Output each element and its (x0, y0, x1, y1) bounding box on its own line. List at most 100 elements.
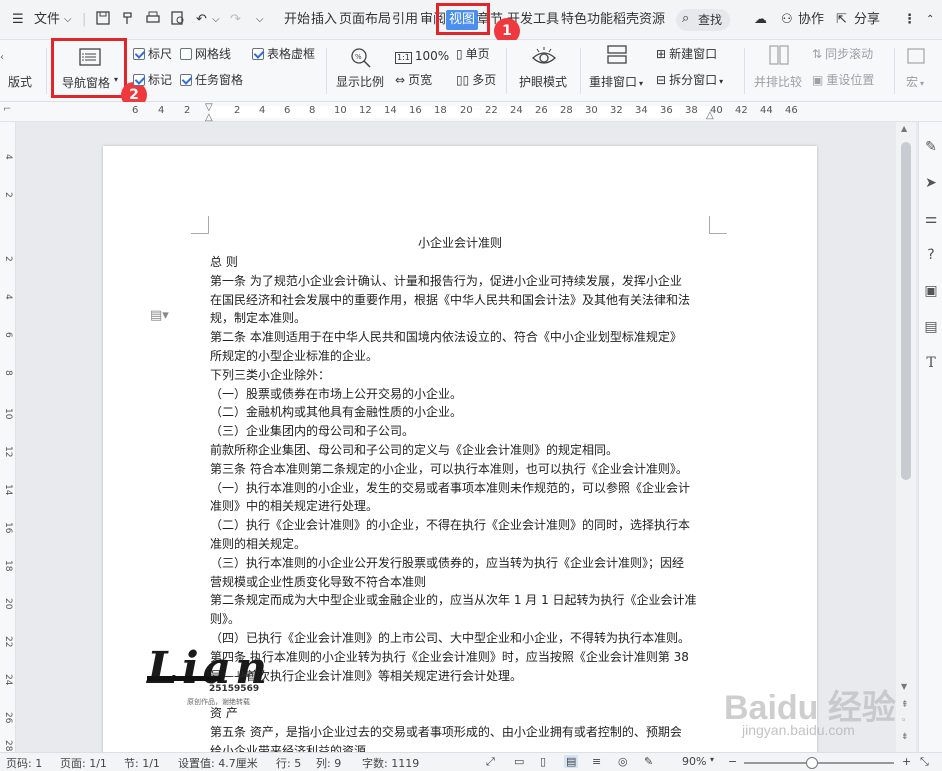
document-settings-icon[interactable]: ▣ (922, 282, 940, 300)
document-line[interactable]: 第一条 为了规范小企业会计确认、计量和报告行为，促进小企业可持续发展，发挥小企业 (210, 272, 682, 291)
document-line[interactable]: 给小企业带来经济利益的资源。 (210, 742, 378, 752)
text-tool-icon[interactable]: T (922, 354, 940, 372)
document-line[interactable]: （一）执行本准则的小企业，发生的交易或者事项本准则未作规范的，可以参照《企业会计 (210, 479, 690, 498)
mark-checkbox[interactable]: 标记 (133, 72, 172, 88)
document-line[interactable]: 营规模或企业性质变化导致不符合本准则 (210, 573, 426, 592)
collapse-ribbon-icon[interactable]: ⌃ (926, 10, 934, 30)
rearrange-window-icon[interactable] (606, 44, 628, 70)
paragraph-mark-icon[interactable]: ▤▾ (150, 308, 169, 323)
write-mode-icon[interactable]: ✎ (644, 755, 653, 768)
ruler-checkbox-box[interactable] (133, 48, 145, 60)
vertical-ruler[interactable]: 4 2 2 4 6 8 10 12 14 16 18 20 22 24 26 28 (0, 122, 16, 752)
document-line[interactable]: 下列三类小企业除外： (210, 366, 330, 385)
scroll-up-icon[interactable]: ▲ (901, 124, 907, 133)
layout-button[interactable]: 版式 (8, 74, 32, 90)
document-line[interactable]: 则》。 (210, 610, 240, 629)
adjust-icon[interactable]: ⚌ (922, 210, 940, 228)
cloud-sync-icon[interactable]: ☁ (754, 10, 767, 30)
status-row[interactable]: 行: 5 (276, 755, 301, 771)
zoom-slider[interactable] (744, 757, 894, 769)
web-view-icon[interactable]: ◎ (618, 755, 628, 768)
document-line[interactable]: 所规定的小型企业标准的企业。 (210, 347, 378, 366)
scroll-down-icon[interactable]: ▼ (901, 682, 907, 691)
document-line[interactable]: 准则的相关规定。 (210, 535, 306, 554)
collaborate-icon[interactable]: ⚇ (781, 10, 793, 30)
eye-icon[interactable] (531, 44, 557, 74)
chevron-down-icon[interactable]: ⌵ (64, 10, 72, 30)
tab-docer-resources[interactable]: 稻壳资源 (613, 10, 665, 30)
file-menu[interactable]: 文件 (34, 10, 60, 30)
zoom-slider-thumb[interactable] (806, 757, 818, 769)
document-tools-icon[interactable]: ▤ (922, 318, 940, 336)
status-words[interactable]: 字数: 1119 (362, 755, 419, 771)
horizontal-ruler[interactable]: ⌐ 6 4 2 2 4 6 8 10 12 14 16 18 20 22 24 26 28 30 32 34 36 38 4… (0, 102, 942, 123)
multi-page-button[interactable]: ▯▯ 多页 (456, 72, 496, 88)
vertical-scrollbar[interactable]: ▲ ▼ ⇞ ◦ ⇟ (896, 122, 916, 752)
more-menu-icon[interactable]: ⋮ (903, 10, 916, 30)
format-painter-icon[interactable] (120, 10, 136, 33)
right-indent-marker[interactable]: △ (706, 110, 714, 121)
tab-insert[interactable]: 插入 (311, 10, 337, 30)
gridline-checkbox[interactable]: 网格线 (180, 46, 231, 62)
prev-page-icon[interactable]: ⇞ (901, 700, 909, 710)
gridline-checkbox-box[interactable] (180, 48, 192, 60)
zoom-button[interactable]: 显示比例 (336, 74, 384, 90)
task-pane-checkbox-box[interactable] (180, 74, 192, 86)
undo-dropdown-icon[interactable]: ⌵ (212, 10, 220, 30)
document-line[interactable]: 资 产 (210, 704, 238, 723)
document-title[interactable]: 小企业会计准则 (103, 234, 817, 252)
collaborate-button[interactable]: 协作 (798, 10, 824, 30)
print-preview-icon[interactable] (170, 10, 186, 33)
zoom-dropdown-icon[interactable]: ▾ (710, 755, 714, 764)
document-line[interactable]: 第二条规定而成为大中型企业或金融企业的，应当从次年 1 月 1 日起转为执行《企… (210, 591, 697, 610)
tab-home[interactable]: 开始 (284, 10, 310, 30)
share-icon[interactable]: ⇱ (836, 10, 847, 30)
fit-window-icon[interactable]: ⤡ (920, 755, 929, 769)
single-page-button[interactable]: ▯ 单页 (456, 46, 490, 62)
zoom-in-icon[interactable]: + (902, 755, 911, 768)
scrollbar-thumb[interactable] (901, 142, 911, 480)
hamburger-icon[interactable]: ☰ (12, 10, 24, 30)
document-line[interactable]: 总 则 (210, 253, 238, 272)
next-page-icon[interactable]: ⇟ (901, 732, 909, 742)
document-line[interactable]: 第四条 执行本准则的小企业转为执行《企业会计准则》时，应当按照《企业会计准则第 … (210, 648, 689, 667)
document-line[interactable]: （二）金融机构或其他具有金融性质的小企业。 (210, 403, 462, 422)
zoom-icon[interactable]: % (349, 46, 373, 74)
document-line[interactable]: 在国民经济和社会发展中的重要作用，根据《中华人民共和国会计法》及其他有关法律和法 (210, 291, 690, 310)
select-browse-icon[interactable]: ◦ (901, 716, 906, 726)
page-view-icon[interactable]: ▤ (564, 755, 579, 768)
print-icon[interactable] (145, 10, 161, 33)
zoom-out-icon[interactable]: − (728, 755, 737, 768)
table-border-checkbox[interactable]: 表格虚框 (252, 46, 315, 62)
rearrange-window-button[interactable]: 重排窗口 ▾ (589, 74, 643, 92)
help-icon[interactable]: ? (922, 246, 940, 264)
share-button[interactable]: 分享 (854, 10, 880, 30)
reset-position-button[interactable]: ▣ 重设位置 (812, 72, 874, 88)
document-line[interactable]: 前款所称企业集团、母公司和子公司的定义与《企业会计准则》的规定相同。 (210, 441, 618, 460)
zoom-value[interactable]: 90% (682, 755, 706, 768)
document-line[interactable]: 准则》中的相关规定进行处理。 (210, 497, 378, 516)
eye-protection-button[interactable]: 护眼模式 (519, 74, 567, 90)
undo-icon[interactable]: ↶ (196, 10, 207, 30)
view-mode-icon[interactable]: ▭ (514, 755, 524, 768)
pen-icon[interactable]: ✎ (922, 138, 940, 156)
split-window-button[interactable]: ⊟ 拆分窗口 ▾ (656, 72, 723, 90)
outline-view-icon[interactable]: ≡ (592, 755, 601, 768)
ribbon-scroll-left-icon[interactable]: ‹ (0, 50, 4, 66)
redo-icon[interactable]: ↷ (230, 10, 241, 30)
macro-button[interactable]: 宏 ▾ (906, 74, 924, 92)
document-line[interactable]: （二）执行《企业会计准则》的小企业，不得在执行《企业会计准则》的同时，选择执行本 (210, 516, 690, 535)
full-screen-icon[interactable]: ⤢ (486, 755, 495, 769)
document-line[interactable]: 第二条 本准则适用于在中华人民共和国境内依法设立的、符合《中小企业划型标准规定》 (210, 328, 682, 347)
hundred-percent-button[interactable]: 1:1 100% (395, 48, 449, 64)
status-setting[interactable]: 设置值: 4.7厘米 (178, 755, 258, 771)
page-width-button[interactable]: ⇔ 页宽 (395, 72, 432, 88)
status-page[interactable]: 页码: 1 (6, 755, 42, 771)
side-by-side-button[interactable]: 并排比较 (754, 74, 802, 90)
read-mode-icon[interactable]: ▯ (540, 755, 546, 768)
document-line[interactable]: 规，制定本准则。 (210, 309, 306, 328)
tab-page-layout[interactable]: 页面布局 (339, 10, 391, 30)
document-line[interactable]: （三）企业集团内的母公司和子公司。 (210, 422, 414, 441)
document-page[interactable]: 小企业会计准则 总 则第一条 为了规范小企业会计确认、计量和报告行为，促进小企业… (103, 146, 817, 752)
tab-special-features[interactable]: 特色功能 (561, 10, 613, 30)
